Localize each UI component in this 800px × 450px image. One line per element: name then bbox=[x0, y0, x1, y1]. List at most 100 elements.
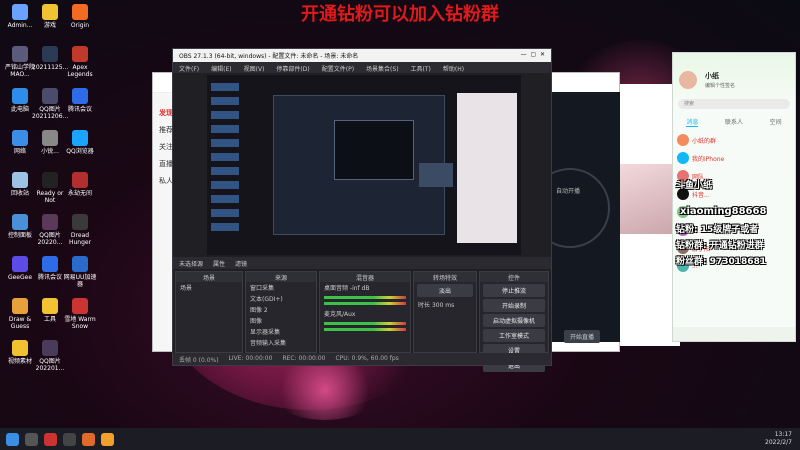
list-item[interactable]: 我的iPhone bbox=[673, 149, 795, 167]
desktop-icon-label: QQ浏览器 bbox=[66, 148, 94, 155]
transitions-dock: 转场特效 淡出 时长 300 ms bbox=[413, 271, 477, 353]
avatar[interactable] bbox=[679, 71, 697, 89]
mixer-header: 混音器 bbox=[320, 272, 410, 282]
douyu-icon[interactable] bbox=[44, 432, 57, 446]
app-icon bbox=[42, 130, 58, 146]
app-icon bbox=[42, 4, 58, 20]
overlay-fangroup: 粉丝群: 973018681 bbox=[676, 257, 767, 267]
desktop-icon[interactable]: 雪地 Warm Snow bbox=[62, 298, 98, 330]
qq-tab[interactable]: 消息 bbox=[686, 117, 699, 127]
desktop-icon-label: 雪地 Warm Snow bbox=[64, 316, 96, 330]
app-icon bbox=[42, 340, 58, 356]
status-item: REC: 00:00:00 bbox=[282, 355, 326, 362]
menu-item[interactable]: 帮助(H) bbox=[443, 64, 464, 73]
start-icon[interactable] bbox=[6, 432, 19, 446]
app-icon bbox=[12, 340, 28, 356]
source-item[interactable]: 文本(GDI+) bbox=[246, 293, 316, 304]
desktop-icon[interactable]: QQ图片202201... bbox=[32, 340, 68, 372]
source-item[interactable]: 音频输入采集 bbox=[246, 337, 316, 348]
obs-preview[interactable] bbox=[207, 75, 521, 255]
preview-nested-capture bbox=[273, 95, 453, 235]
desktop-icon[interactable]: 网易UU加速器 bbox=[62, 256, 98, 288]
obs-menu-bar: 文件(F) 编辑(E) 视图(V) 停靠部件(D) 配置文件(P) 场景集合(S) 工具(T… bbox=[173, 62, 551, 73]
desktop-icon[interactable]: 腾讯会议 bbox=[62, 88, 98, 113]
obs-status-bar: 丢帧 0 (0.0%) LIVE: 00:00:00 REC: 00:00:00 CP… bbox=[173, 353, 551, 365]
source-item[interactable]: 窗口采集 bbox=[246, 282, 316, 293]
desktop-icon[interactable]: QQ浏览器 bbox=[62, 130, 98, 155]
volume-slider[interactable] bbox=[324, 302, 406, 305]
overlay-id: xiaoming88668 bbox=[680, 206, 767, 217]
desktop-icon[interactable]: Dread Hunger bbox=[62, 214, 98, 246]
app-icon bbox=[12, 46, 28, 62]
menu-item[interactable]: 编辑(E) bbox=[211, 64, 231, 73]
control-button[interactable]: 开始录制 bbox=[483, 299, 545, 312]
desktop-icon-label: 网易UU加速器 bbox=[63, 274, 97, 288]
control-button[interactable]: 停止推流 bbox=[483, 284, 545, 297]
app-icon bbox=[42, 88, 58, 104]
menu-item[interactable]: 场景集合(S) bbox=[366, 64, 399, 73]
preview-chat-capture bbox=[457, 93, 517, 243]
list-item[interactable]: 小纸的群 bbox=[673, 131, 795, 149]
app-icon bbox=[72, 130, 88, 146]
obs-icon[interactable] bbox=[63, 432, 76, 446]
menu-item[interactable]: 文件(F) bbox=[179, 64, 199, 73]
app-icon[interactable] bbox=[101, 432, 114, 446]
volume-slider[interactable] bbox=[324, 328, 406, 331]
obs-source-bar: 未选择源 属性 滤镜 bbox=[173, 257, 551, 269]
app-icon bbox=[12, 88, 28, 104]
transition-duration[interactable]: 时长 300 ms bbox=[414, 299, 476, 310]
menu-item[interactable]: 视图(V) bbox=[244, 64, 265, 73]
app-icon bbox=[72, 298, 88, 314]
desktop-icon[interactable]: Apex Legends bbox=[62, 46, 98, 78]
steam-icon[interactable] bbox=[25, 432, 38, 446]
control-button[interactable]: 启动虚拟摄像机 bbox=[483, 314, 545, 327]
scene-item[interactable]: 场景 bbox=[176, 282, 242, 293]
no-source-label: 未选择源 bbox=[179, 261, 204, 268]
menu-item[interactable]: 工具(T) bbox=[411, 64, 431, 73]
wallpaper-blob bbox=[270, 360, 380, 420]
start-live-button[interactable]: 开始直播 bbox=[564, 330, 601, 343]
app-icon bbox=[12, 130, 28, 146]
auto-open-label[interactable]: 自动开播 bbox=[556, 186, 580, 195]
app-icon bbox=[12, 172, 28, 188]
sources-header: 来源 bbox=[246, 272, 316, 282]
transition-select[interactable]: 淡出 bbox=[417, 284, 473, 297]
control-button[interactable]: 工作室模式 bbox=[483, 329, 545, 342]
mixer-desktop-audio: 桌面音频 -inf dB bbox=[324, 285, 370, 292]
app-icon[interactable] bbox=[82, 432, 95, 446]
qq-tab[interactable]: 联系人 bbox=[725, 117, 743, 127]
obs-title: OBS 27.1.3 (64-bit, windows) - 配置文件: 未命名… bbox=[179, 53, 359, 60]
status-item: 丢帧 0 (0.0%) bbox=[179, 357, 219, 364]
source-item[interactable]: 显示器采集 bbox=[246, 326, 316, 337]
app-icon bbox=[42, 298, 58, 314]
overlay-rule2: 钻粉群: 开通钻粉进群 bbox=[676, 241, 764, 251]
filters-button[interactable]: 滤镜 bbox=[235, 259, 247, 268]
desktop-icon[interactable]: Origin bbox=[62, 4, 98, 29]
qq-tab[interactable]: 空间 bbox=[770, 117, 782, 127]
window-controls[interactable]: — ▢ ✕ bbox=[521, 51, 545, 60]
app-icon bbox=[72, 88, 88, 104]
clock[interactable]: 13:17 2022/2/7 bbox=[765, 431, 792, 447]
app-icon bbox=[42, 46, 58, 62]
qq-footer bbox=[673, 327, 795, 341]
properties-button[interactable]: 属性 bbox=[213, 259, 225, 268]
audio-meter bbox=[324, 322, 406, 325]
duration-value[interactable]: 300 ms bbox=[432, 302, 454, 309]
clock-date: 2022/2/7 bbox=[765, 439, 792, 446]
app-icon bbox=[72, 214, 88, 230]
desktop-icon-label: Dread Hunger bbox=[68, 232, 92, 246]
preview-nested-capture bbox=[334, 120, 453, 187]
live-room-panel bbox=[620, 84, 680, 346]
sources-list: 窗口采集 文本(GDI+) 图像 2 图像 显示器采集 音频输入采集 bbox=[246, 282, 316, 348]
menu-item[interactable]: 停靠部件(D) bbox=[276, 64, 309, 73]
search-input[interactable]: 搜索 bbox=[678, 99, 790, 109]
source-item[interactable]: 图像 2 bbox=[246, 304, 316, 315]
desktop-icon-label: Origin bbox=[70, 22, 90, 29]
list-item-title: 我的iPhone bbox=[692, 155, 725, 163]
desktop-icon[interactable]: 永劫无间 bbox=[62, 172, 98, 197]
qq-signature[interactable]: 编辑个性签名 bbox=[705, 82, 735, 89]
source-item[interactable]: 图像 bbox=[246, 315, 316, 326]
qq-tabs: 消息 联系人 空间 bbox=[673, 117, 795, 127]
menu-item[interactable]: 配置文件(P) bbox=[322, 64, 354, 73]
qq-header: 小纸 编辑个性签名 bbox=[673, 53, 795, 99]
